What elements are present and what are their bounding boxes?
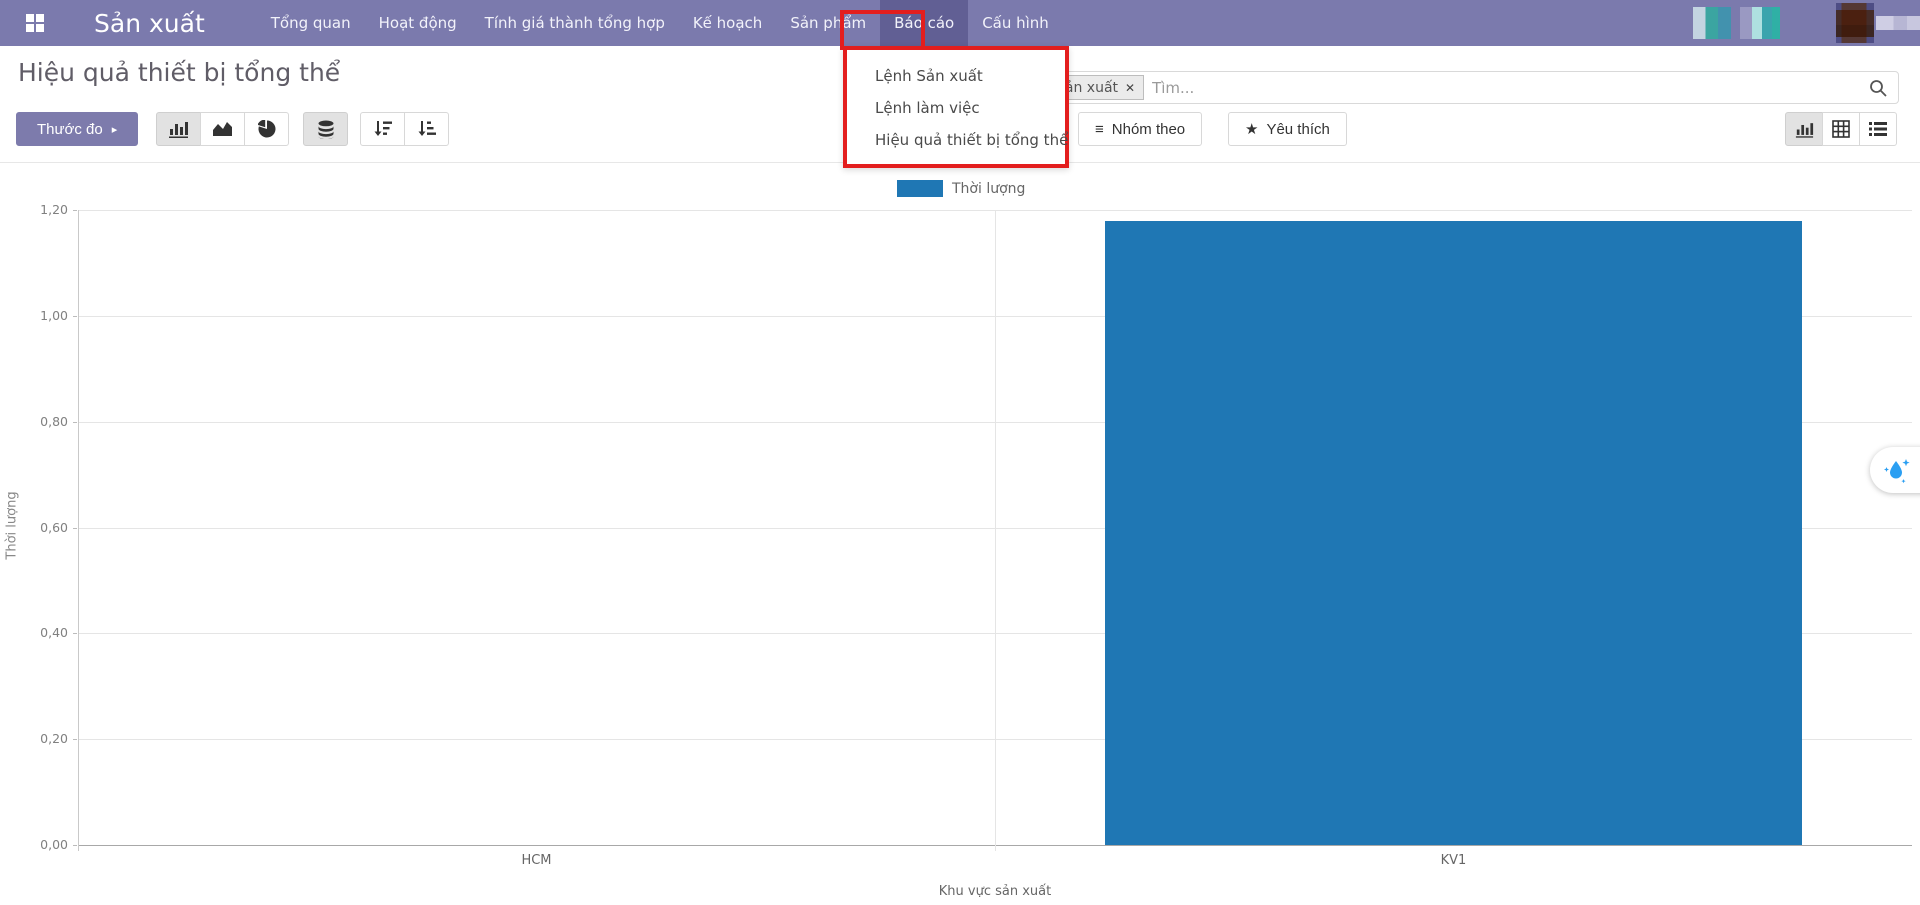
menu-bao-cao[interactable]: Báo cáo (880, 0, 968, 46)
pie-chart-icon (258, 120, 276, 138)
page-title: Hiệu quả thiết bị tổng thể (18, 58, 340, 87)
stacked-button[interactable] (303, 112, 348, 146)
search-placeholder: Tìm... (1152, 79, 1868, 97)
caret-right-icon: ▸ (112, 123, 118, 136)
y-tick-label: 1,00 (18, 308, 68, 323)
reports-dropdown: Lệnh Sản xuất Lệnh làm việc Hiệu quả thi… (843, 46, 1069, 168)
y-axis-title: Thời lượng (5, 491, 20, 559)
y-tick-mark (73, 210, 77, 211)
y-tick-label: 0,80 (18, 414, 68, 429)
search-icon[interactable] (1868, 78, 1888, 98)
chart-bar[interactable] (1105, 221, 1802, 845)
pivot-view-button[interactable] (1822, 112, 1860, 146)
bar-chart-button[interactable] (156, 112, 201, 146)
dropdown-oee[interactable]: Hiệu quả thiết bị tổng thể (847, 124, 1065, 156)
chart-type-group (156, 112, 289, 146)
star-icon: ★ (1245, 120, 1258, 138)
sort-group (360, 112, 449, 146)
app-brand[interactable]: Sản xuất (66, 0, 257, 46)
chart-gridline-vertical (995, 210, 996, 851)
y-tick-label: 0,40 (18, 625, 68, 640)
apps-grid-icon (26, 14, 44, 32)
list-view-button[interactable] (1859, 112, 1897, 146)
menu-tinh-gia-thanh[interactable]: Tính giá thành tổng hợp (471, 0, 679, 46)
y-tick-mark (73, 739, 77, 740)
measures-button[interactable]: Thước đo ▸ (16, 112, 138, 146)
y-tick-label: 0,00 (18, 837, 68, 852)
apps-menu-button[interactable] (0, 0, 66, 46)
chart-area: Thời lượng 0,00 0,20 0,40 0,60 0,80 1,00 1,20 H… (0, 163, 1920, 905)
menu-cau-hinh[interactable]: Cấu hình (968, 0, 1063, 46)
y-tick-mark (73, 422, 77, 423)
pivot-view-icon (1832, 120, 1850, 138)
chart-legend[interactable]: Thời lượng (897, 180, 1025, 197)
x-tick-label: HCM (437, 853, 637, 868)
user-name-blurred[interactable] (1876, 16, 1920, 30)
y-tick-mark (73, 845, 77, 846)
view-switcher (1785, 112, 1897, 146)
app-window: Sản xuất Tổng quan Hoạt động Tính giá th… (0, 0, 1920, 905)
main-menu: Tổng quan Hoạt động Tính giá thành tổng … (257, 0, 1063, 46)
favorites-button[interactable]: ★ Yêu thích (1228, 112, 1347, 146)
systray-blurred-badge[interactable] (1693, 7, 1731, 39)
y-axis-line (78, 210, 79, 851)
menu-ke-hoach[interactable]: Kế hoạch (679, 0, 776, 46)
systray (1693, 0, 1920, 46)
list-view-icon (1869, 121, 1887, 137)
menu-san-pham[interactable]: Sản phẩm (776, 0, 880, 46)
graph-view-icon (1795, 121, 1814, 138)
sort-asc-button[interactable] (404, 112, 449, 146)
water-drop-icon (1882, 455, 1912, 485)
bars-icon: ≡ (1095, 121, 1104, 138)
facet-remove-icon[interactable]: ✕ (1125, 81, 1135, 95)
y-tick-label: 0,60 (18, 520, 68, 535)
menu-hoat-dong[interactable]: Hoạt động (365, 0, 471, 46)
y-tick-label: 0,20 (18, 731, 68, 746)
menu-tong-quan[interactable]: Tổng quan (257, 0, 365, 46)
dropdown-lenh-san-xuat[interactable]: Lệnh Sản xuất (847, 60, 1065, 92)
sort-amount-asc-icon (417, 120, 437, 138)
stacked-toggle-group (303, 112, 348, 146)
bar-chart-icon (168, 120, 189, 138)
x-tick-label: KV1 (1354, 853, 1554, 868)
user-avatar[interactable] (1836, 3, 1874, 43)
graph-view-button[interactable] (1785, 112, 1823, 146)
top-navbar: Sản xuất Tổng quan Hoạt động Tính giá th… (0, 0, 1920, 46)
y-tick-mark (73, 316, 77, 317)
assist-float-button[interactable] (1870, 447, 1920, 493)
sort-desc-button[interactable] (360, 112, 405, 146)
legend-swatch (897, 180, 943, 197)
group-by-button[interactable]: ≡ Nhóm theo (1078, 112, 1202, 146)
x-axis-title: Khu vực sản xuất (845, 884, 1145, 899)
y-tick-mark (73, 633, 77, 634)
dropdown-lenh-lam-viec[interactable]: Lệnh làm việc (847, 92, 1065, 124)
sort-amount-desc-icon (373, 120, 393, 138)
y-tick-label: 1,20 (18, 202, 68, 217)
area-chart-icon (212, 121, 233, 137)
database-icon (317, 120, 335, 139)
y-tick-mark (73, 528, 77, 529)
legend-label: Thời lượng (952, 181, 1025, 197)
area-chart-button[interactable] (200, 112, 245, 146)
pie-chart-button[interactable] (244, 112, 289, 146)
systray-blurred-badge-2[interactable] (1740, 7, 1780, 39)
search-input[interactable]: Sản xuất ✕ Tìm... (1041, 71, 1899, 104)
